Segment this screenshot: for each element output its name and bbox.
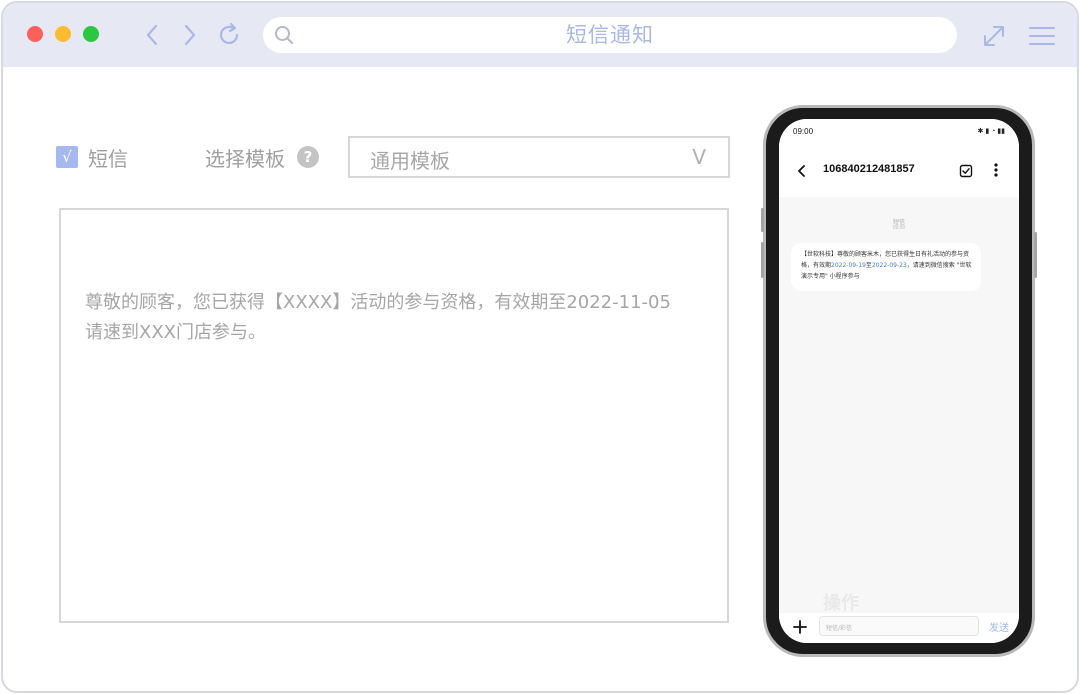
send-button[interactable]: 发送 <box>989 619 1009 634</box>
sms-compose-input[interactable]: 短信/彩信 <box>819 616 979 636</box>
bubble-date-start[interactable]: 2022-09-19 <box>831 262 866 269</box>
template-select-value: 通用模板 <box>370 149 450 173</box>
bubble-date-end[interactable]: 2022-09-23 <box>872 262 907 269</box>
page-title: 短信通知 <box>566 23 654 47</box>
message-textarea[interactable]: 尊敬的顾客，您已获得【XXXX】活动的参与资格，有效期至2022-11-05 请… <box>59 208 729 623</box>
browser-window: 短信通知 √ 短信 选择模板 ? 通用模板 V 尊敬的顾客，您已获得【XXXX】… <box>1 1 1079 693</box>
expand-icon[interactable] <box>979 21 1009 51</box>
status-icons: ✱ ▮ ◔ ▮▮ <box>977 128 1005 135</box>
help-icon[interactable]: ? <box>297 146 319 168</box>
sms-checkbox[interactable]: √ <box>56 146 78 168</box>
maximize-window-button[interactable] <box>83 26 99 42</box>
more-vertical-icon[interactable] <box>991 162 1001 178</box>
phone-preview: 09:00 ✱ ▮ ◔ ▮▮ 106840212481857 短信 09:00 … <box>761 105 1037 657</box>
sender-number: 106840212481857 <box>823 163 915 175</box>
message-line-1: 尊敬的顾客，您已获得【XXXX】活动的参与资格，有效期至2022-11-05 <box>85 292 671 313</box>
chevron-down-icon: V <box>692 145 706 169</box>
chat-header: 106840212481857 <box>779 143 1019 197</box>
close-window-button[interactable] <box>27 26 43 42</box>
template-label: 选择模板 <box>205 147 285 171</box>
titlebar: 短信通知 <box>3 3 1077 67</box>
message-timestamp: 09:00 <box>892 225 906 231</box>
message-content: 尊敬的顾客，您已获得【XXXX】活动的参与资格，有效期至2022-11-05 请… <box>85 288 705 348</box>
plus-icon[interactable] <box>793 619 807 634</box>
phone-screen: 09:00 ✱ ▮ ◔ ▮▮ 106840212481857 短信 09:00 … <box>779 119 1019 643</box>
reload-icon[interactable] <box>215 21 243 49</box>
phone-power-button <box>1034 232 1037 278</box>
message-bubble: 【世软科技】尊敬的顾客米木，您已获得生日有礼活动的参与资格，有效期2022-09… <box>791 243 981 291</box>
chevron-left-icon[interactable] <box>139 21 167 49</box>
back-arrow-icon[interactable] <box>795 163 809 177</box>
action-watermark: 操作 <box>823 593 859 614</box>
status-bar: 09:00 ✱ ▮ ◔ ▮▮ <box>779 119 1019 143</box>
phone-side-button <box>761 208 764 232</box>
template-select[interactable]: 通用模板 V <box>348 136 730 178</box>
address-bar[interactable]: 短信通知 <box>263 17 957 53</box>
status-time: 09:00 <box>793 127 814 136</box>
chevron-right-icon[interactable] <box>175 21 203 49</box>
minimize-window-button[interactable] <box>55 26 71 42</box>
sms-label: 短信 <box>88 147 128 171</box>
checklist-icon[interactable] <box>959 163 973 178</box>
compose-bar: 短信/彩信 发送 <box>779 613 1019 643</box>
menu-icon[interactable] <box>1027 21 1057 51</box>
phone-side-button <box>761 242 764 278</box>
message-line-2: 请速到XXX门店参与。 <box>85 322 266 343</box>
